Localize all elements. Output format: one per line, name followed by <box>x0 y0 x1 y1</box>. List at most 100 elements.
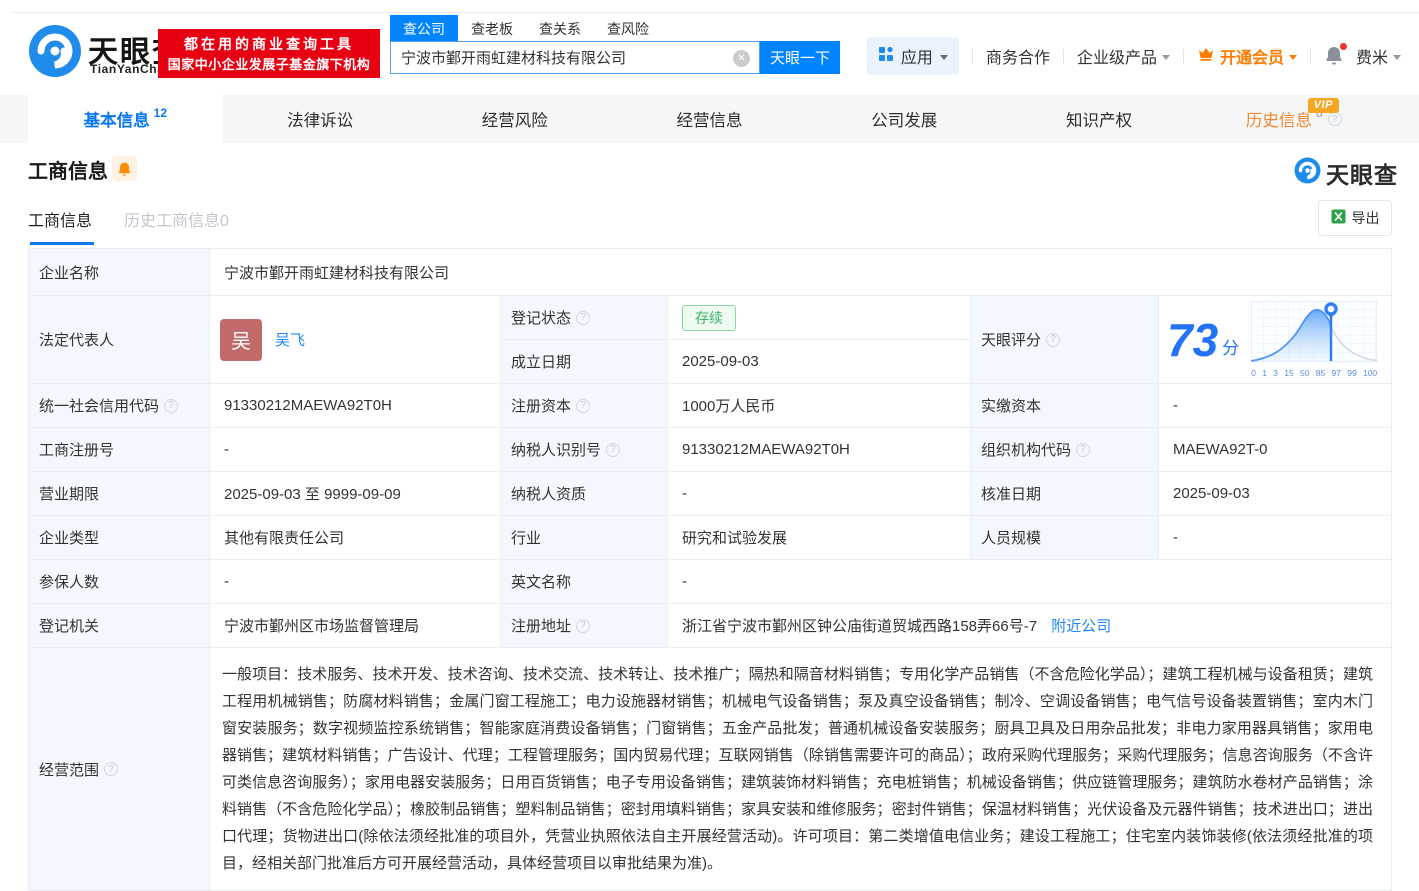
notification-bell-icon[interactable] <box>1324 45 1346 67</box>
help-icon[interactable] <box>606 443 620 457</box>
help-icon[interactable] <box>1328 112 1342 126</box>
credit-code-label: 统一社会信用代码 <box>29 384 210 428</box>
score-axis: 01 315 5085 9799 100 <box>1251 368 1377 378</box>
vip-label: 开通会员 <box>1220 44 1284 68</box>
slogan-line2: 国家中小企业发展子基金旗下机构 <box>168 55 371 75</box>
legal-rep-link[interactable]: 吴飞 <box>275 329 305 350</box>
reg-authority-value: 宁波市鄞州区市场监督管理局 <box>210 604 501 648</box>
org-code-value: MAEWA92T-0 <box>1159 428 1392 472</box>
company-type-value: 其他有限责任公司 <box>210 516 501 560</box>
search-tab-boss[interactable]: 查老板 <box>458 15 526 43</box>
tab-history-info[interactable]: 历史信息 6 VIP <box>1196 95 1391 143</box>
establish-date-label: 成立日期 <box>501 340 668 384</box>
help-icon[interactable] <box>1046 333 1060 347</box>
score-unit: 分 <box>1222 334 1239 359</box>
reg-capital-label: 注册资本 <box>501 384 668 428</box>
help-icon[interactable] <box>1076 443 1090 457</box>
help-icon[interactable] <box>576 311 590 325</box>
company-type-label: 企业类型 <box>29 516 210 560</box>
search-tab-risk[interactable]: 查风险 <box>594 15 662 43</box>
subtab-history-business-info[interactable]: 历史工商信息0 <box>124 207 229 245</box>
label-text: 经营范围 <box>39 759 99 780</box>
top-menu: 应用 商务合作 企业级产品 开通会员 费米 <box>867 39 1401 73</box>
label-text: 组织机构代码 <box>981 439 1071 460</box>
business-info-table: 企业名称 宁波市鄞开雨虹建材科技有限公司 法定代表人 吴 吴飞 登记状态 存续 … <box>28 248 1392 891</box>
tab-intellectual-property[interactable]: 知识产权 <box>1002 95 1197 143</box>
insured-count-label: 参保人数 <box>29 560 210 604</box>
business-term-label: 营业期限 <box>29 472 210 516</box>
label-text: 登记状态 <box>511 307 571 328</box>
tab-operating-risk[interactable]: 经营风险 <box>417 95 612 143</box>
section-title: 工商信息 <box>28 155 108 184</box>
staff-size-value: - <box>1159 516 1392 560</box>
user-menu[interactable]: 费米 <box>1356 44 1401 68</box>
avatar[interactable]: 吴 <box>220 319 262 361</box>
reg-authority-label: 登记机关 <box>29 604 210 648</box>
tab-legal[interactable]: 法律诉讼 <box>223 95 418 143</box>
export-button[interactable]: 导出 <box>1318 200 1392 236</box>
table-row: 统一社会信用代码 91330212MAEWA92T0H 注册资本 1000万人民… <box>29 384 1392 428</box>
label-text: 注册地址 <box>511 615 571 636</box>
table-row: 参保人数 - 英文名称 - <box>29 560 1392 604</box>
vip-badge: VIP <box>1308 98 1339 113</box>
score-value[interactable]: 73 <box>1167 317 1218 363</box>
search-type-tabs: 查公司 查老板 查关系 查风险 <box>390 15 662 43</box>
enterprise-label: 企业级产品 <box>1077 44 1157 68</box>
taxpayer-quality-value: - <box>668 472 971 516</box>
crown-icon <box>1197 46 1215 67</box>
approval-date-label: 核准日期 <box>971 472 1159 516</box>
tab-label: 历史信息 <box>1246 107 1312 131</box>
help-icon[interactable] <box>164 399 178 413</box>
menu-enterprise[interactable]: 企业级产品 <box>1077 44 1170 68</box>
tab-company-development[interactable]: 公司发展 <box>807 95 1002 143</box>
export-label: 导出 <box>1352 208 1380 228</box>
score-cell: 73 分 <box>1159 296 1392 384</box>
help-icon[interactable] <box>104 762 118 776</box>
search-tab-company[interactable]: 查公司 <box>390 15 458 43</box>
english-name-label: 英文名称 <box>501 560 668 604</box>
menu-vip[interactable]: 开通会员 <box>1197 44 1297 68</box>
table-row: 法定代表人 吴 吴飞 登记状态 存续 天眼评分 73 分 <box>29 296 1392 340</box>
org-code-label: 组织机构代码 <box>971 428 1159 472</box>
company-nav-bar: 基本信息 12 法律诉讼 经营风险 经营信息 公司发展 知识产权 历史信息 6 … <box>0 95 1419 143</box>
legal-rep-cell: 吴 吴飞 <box>210 296 501 384</box>
grid-icon <box>878 46 894 67</box>
tab-label: 法律诉讼 <box>287 107 353 131</box>
reg-address-value: 浙江省宁波市鄞州区钟公庙街道贸城西路158弄66号-7 附近公司 <box>668 604 1392 648</box>
company-name-value: 宁波市鄞开雨虹建材科技有限公司 <box>210 249 1392 296</box>
clear-icon[interactable] <box>733 50 750 67</box>
chevron-down-icon <box>940 55 948 60</box>
watermark-logo: 天眼查 <box>1294 156 1398 190</box>
tab-operating-info[interactable]: 经营信息 <box>612 95 807 143</box>
help-icon[interactable] <box>576 399 590 413</box>
status-badge: 存续 <box>682 305 736 331</box>
reg-number-value: - <box>210 428 501 472</box>
tab-basic-info[interactable]: 基本信息 12 <box>28 95 223 143</box>
divider <box>1310 49 1311 64</box>
search-input[interactable] <box>391 42 721 73</box>
search-tab-relation[interactable]: 查关系 <box>526 15 594 43</box>
reg-capital-value: 1000万人民币 <box>668 384 971 428</box>
table-row: 经营范围 一般项目：技术服务、技术开发、技术咨询、技术交流、技术转让、技术推广；… <box>29 648 1392 891</box>
score-distribution-chart[interactable]: 01 315 5085 9799 100 <box>1251 301 1379 378</box>
company-name-label: 企业名称 <box>29 249 210 296</box>
search-box <box>390 41 760 74</box>
tab-label: 经营风险 <box>482 107 548 131</box>
divider <box>12 12 1419 13</box>
subtab-business-info[interactable]: 工商信息 <box>28 207 92 245</box>
divider <box>1183 49 1184 64</box>
reg-number-label: 工商注册号 <box>29 428 210 472</box>
subscribe-bell-icon[interactable] <box>112 156 137 181</box>
chevron-down-icon <box>1289 55 1297 60</box>
label-text: 纳税人识别号 <box>511 439 601 460</box>
business-scope-value: 一般项目：技术服务、技术开发、技术咨询、技术交流、技术转让、技术推广；隔热和隔音… <box>210 648 1392 891</box>
reg-status-value: 存续 <box>668 296 971 340</box>
tianyancha-logo-icon[interactable] <box>28 24 82 78</box>
nearby-companies-link[interactable]: 附近公司 <box>1051 618 1111 635</box>
search-button[interactable]: 天眼一下 <box>760 41 840 74</box>
chevron-down-icon <box>1393 55 1401 60</box>
table-row: 企业类型 其他有限责任公司 行业 研究和试验发展 人员规模 - <box>29 516 1392 560</box>
apps-button[interactable]: 应用 <box>867 37 959 75</box>
help-icon[interactable] <box>576 619 590 633</box>
menu-cooperation[interactable]: 商务合作 <box>986 44 1050 68</box>
